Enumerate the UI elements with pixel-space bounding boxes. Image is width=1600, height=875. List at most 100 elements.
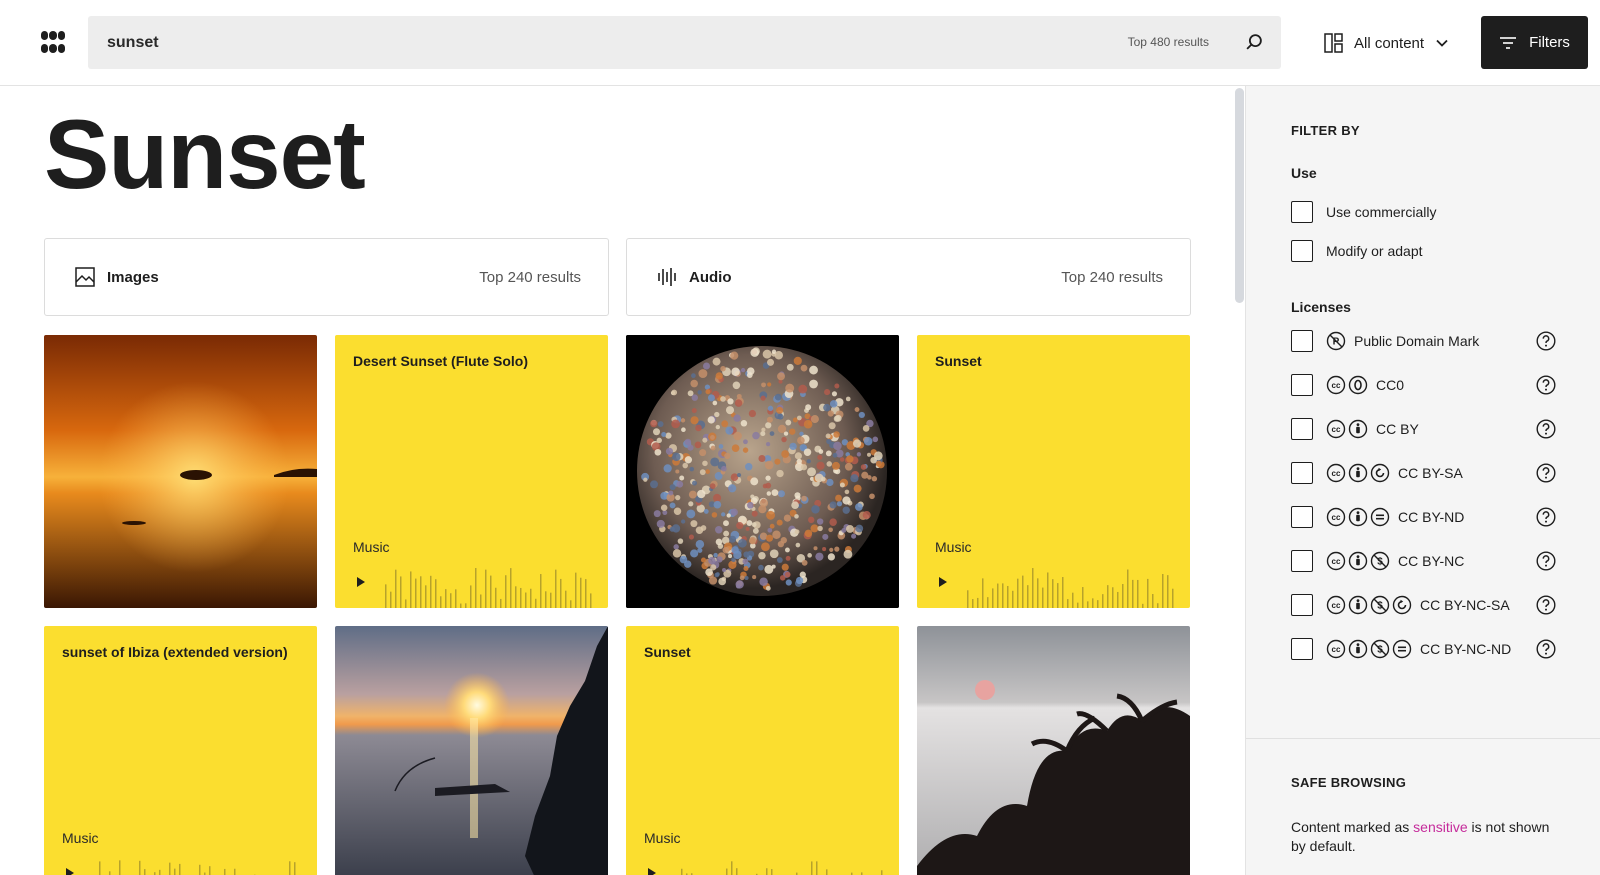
bead-sphere-image [626, 335, 899, 608]
filters-sidebar: FILTER BY Use Use commercially Modify or… [1245, 86, 1600, 875]
audio-category: Music [353, 539, 390, 555]
sensitive-link[interactable]: sensitive [1413, 819, 1467, 835]
checkbox[interactable] [1291, 330, 1313, 352]
play-icon[interactable] [648, 868, 656, 875]
filters-label: Filters [1529, 34, 1570, 51]
help-icon[interactable] [1536, 375, 1556, 395]
search-bar[interactable]: sunset Top 480 results [88, 16, 1281, 69]
checkbox[interactable] [1291, 638, 1313, 660]
waveform[interactable] [676, 854, 886, 875]
search-icon[interactable] [1243, 31, 1265, 53]
svg-text:cc: cc [1332, 381, 1341, 390]
zero-icon [1348, 375, 1368, 395]
filters-button[interactable]: Filters [1481, 16, 1588, 69]
svg-text:cc: cc [1332, 513, 1341, 522]
checkbox[interactable] [1291, 201, 1313, 223]
checkbox[interactable] [1291, 418, 1313, 440]
license-label: CC BY-SA [1398, 465, 1463, 481]
license-filter-row[interactable]: cc $ CC BY-NC-ND [1291, 638, 1556, 660]
audio-waveform-icon [658, 268, 676, 286]
license-label: CC BY-NC-ND [1420, 641, 1512, 657]
page-title: Sunset [44, 99, 366, 209]
image-result[interactable] [626, 335, 899, 608]
filter-label: Use commercially [1326, 204, 1437, 220]
nd-icon [1392, 639, 1412, 659]
checkbox[interactable] [1291, 550, 1313, 572]
search-input[interactable]: sunset [107, 16, 159, 69]
image-icon [75, 267, 95, 287]
license-icons: cc [1326, 419, 1368, 439]
content-type-dropdown[interactable]: All content [1324, 24, 1450, 62]
filter-label: Modify or adapt [1326, 243, 1423, 259]
waveform[interactable] [94, 854, 304, 875]
scrollbar-thumb[interactable] [1235, 88, 1244, 303]
audio-title: sunset of Ibiza (extended version) [62, 644, 288, 660]
checkbox[interactable] [1291, 594, 1313, 616]
content-layout-icon [1324, 33, 1343, 53]
image-result[interactable] [335, 626, 608, 875]
openverse-logo[interactable] [41, 31, 65, 53]
help-icon[interactable] [1536, 419, 1556, 439]
audio-type-card[interactable]: Audio Top 240 results [626, 238, 1191, 316]
checkbox[interactable] [1291, 462, 1313, 484]
audio-title: Sunset [935, 353, 982, 369]
filter-use-commercially[interactable]: Use commercially [1291, 201, 1556, 223]
audio-result[interactable]: Sunset Music [626, 626, 899, 875]
audio-result[interactable]: sunset of Ibiza (extended version) Music [44, 626, 317, 875]
audio-title: Desert Sunset (Flute Solo) [353, 353, 529, 369]
pdm-icon: P [1326, 331, 1346, 351]
waveform[interactable] [967, 563, 1177, 608]
results-scrollbar[interactable] [1234, 86, 1244, 875]
help-icon[interactable] [1536, 639, 1556, 659]
license-filter-row[interactable]: cc $ CC BY-NC-SA [1291, 594, 1556, 616]
cc-icon: cc [1326, 463, 1346, 483]
sunset-sea-image [44, 335, 317, 608]
by-icon [1348, 419, 1368, 439]
nc-icon: $ [1370, 639, 1390, 659]
cc-icon: cc [1326, 507, 1346, 527]
license-label: CC BY-ND [1398, 509, 1465, 525]
images-count: Top 240 results [479, 268, 581, 286]
by-icon [1348, 551, 1368, 571]
images-type-card[interactable]: Images Top 240 results [44, 238, 609, 316]
help-icon[interactable] [1536, 595, 1556, 615]
help-icon[interactable] [1536, 331, 1556, 351]
audio-category: Music [935, 539, 972, 555]
cc-icon: cc [1326, 595, 1346, 615]
image-result[interactable] [917, 626, 1190, 875]
license-filter-row[interactable]: cc CC BY-SA [1291, 462, 1556, 484]
play-icon[interactable] [357, 577, 365, 587]
help-icon[interactable] [1536, 463, 1556, 483]
license-filter-row[interactable]: P Public Domain Mark [1291, 330, 1556, 352]
cc-icon: cc [1326, 419, 1346, 439]
safe-browsing-text: Content marked as sensitive is not shown… [1291, 819, 1550, 854]
sa-icon [1370, 463, 1390, 483]
image-result[interactable] [44, 335, 317, 608]
license-icons: cc [1326, 507, 1390, 527]
search-results: Sunset Images Top 240 results Audio Top … [0, 87, 1244, 875]
by-icon [1348, 595, 1368, 615]
nc-icon: $ [1370, 551, 1390, 571]
play-icon[interactable] [939, 577, 947, 587]
help-icon[interactable] [1536, 507, 1556, 527]
checkbox[interactable] [1291, 374, 1313, 396]
cc-icon: cc [1326, 375, 1346, 395]
checkbox[interactable] [1291, 240, 1313, 262]
license-icons: cc [1326, 375, 1368, 395]
license-label: Public Domain Mark [1354, 333, 1480, 349]
waveform[interactable] [385, 563, 595, 608]
help-icon[interactable] [1536, 551, 1556, 571]
svg-text:cc: cc [1332, 557, 1341, 566]
play-icon[interactable] [66, 868, 74, 875]
audio-result[interactable]: Sunset Music [917, 335, 1190, 608]
filter-modify-adapt[interactable]: Modify or adapt [1291, 240, 1556, 262]
license-filter-row[interactable]: cc $ CC BY-NC [1291, 550, 1556, 572]
audio-result[interactable]: Desert Sunset (Flute Solo) Music [335, 335, 608, 608]
license-filter-row[interactable]: cc CC BY-ND [1291, 506, 1556, 528]
svg-text:cc: cc [1332, 645, 1341, 654]
license-filter-row[interactable]: cc CC0 [1291, 374, 1556, 396]
by-icon [1348, 639, 1368, 659]
license-filter-row[interactable]: cc CC BY [1291, 418, 1556, 440]
use-heading: Use [1291, 165, 1317, 181]
checkbox[interactable] [1291, 506, 1313, 528]
